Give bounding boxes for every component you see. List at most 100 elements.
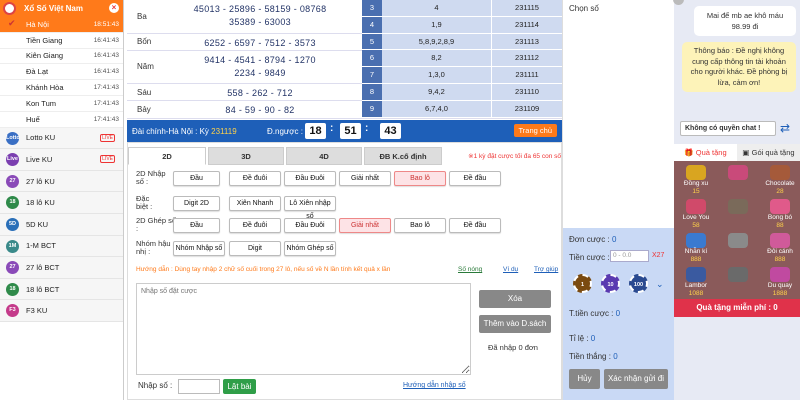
tab-2d[interactable]: 2D bbox=[128, 147, 206, 165]
add-to-list-button[interactable]: Thêm vào D.sách bbox=[479, 315, 551, 333]
hot-numbers-link[interactable]: Số nóng bbox=[458, 266, 482, 273]
bet-option-button[interactable]: Giải nhất bbox=[339, 171, 391, 186]
gift-name: Đôi cánh bbox=[767, 248, 793, 255]
table-row: 3 4 231115 bbox=[362, 0, 562, 17]
game-item[interactable]: Lotto Lotto KU LIVE bbox=[0, 127, 123, 150]
game-item[interactable]: 1M 1-M BCT bbox=[0, 235, 123, 258]
27-icon: 27 bbox=[6, 174, 19, 188]
game-item[interactable]: 5D 5D KU bbox=[0, 213, 123, 236]
number-line: 2234 - 9849 bbox=[234, 67, 286, 78]
bet-option-button[interactable]: Đầu Đuôi bbox=[284, 218, 336, 233]
table-row: 9 6,7,4,0 231109 bbox=[362, 100, 562, 118]
countdown-label: Đ.ngược : bbox=[267, 126, 303, 136]
gift-item[interactable] bbox=[718, 163, 758, 196]
input-guide-link[interactable]: Hướng dẫn nhập số bbox=[403, 382, 466, 389]
bet-option-button[interactable]: Lô Xiên nhập số bbox=[284, 196, 336, 220]
tab-gift-packs[interactable]: ▣ Gói quà tặng bbox=[737, 144, 800, 161]
number-input[interactable] bbox=[178, 379, 220, 394]
tab-gifts[interactable]: 🎁 Quà tặng bbox=[674, 144, 737, 161]
gift-item[interactable] bbox=[718, 231, 758, 264]
province-time: 18:51:43 bbox=[93, 20, 119, 28]
province-item[interactable]: Huế 17:41:43 bbox=[0, 112, 123, 128]
game-item[interactable]: 27 27 lô KU bbox=[0, 170, 123, 193]
bet-option-button[interactable]: Giải nhất bbox=[339, 218, 391, 233]
bet-option-button[interactable]: Đầu bbox=[173, 218, 220, 233]
f3-icon: F3 bbox=[6, 304, 19, 318]
gift-item[interactable]: Đồng xu 15 bbox=[676, 163, 716, 196]
bet-row-label: 2D Nhập số : bbox=[136, 169, 166, 186]
gift-name: Nhẫn kí bbox=[684, 248, 708, 255]
game-item[interactable]: Live Live KU LIVE bbox=[0, 149, 123, 171]
bet-option-button[interactable]: Đề đầu bbox=[449, 218, 501, 233]
province-item[interactable]: Đà Lạt 16:41:43 bbox=[0, 64, 123, 81]
chip-1[interactable]: 1 bbox=[573, 274, 592, 293]
swap-icon[interactable]: ⇄ bbox=[780, 121, 790, 135]
chip-100[interactable]: 100 bbox=[629, 274, 648, 293]
gift-cost: 888 bbox=[774, 256, 786, 263]
example-link[interactable]: Ví dụ bbox=[503, 266, 518, 273]
gift-item[interactable]: Love You 58 bbox=[676, 197, 716, 230]
chip-10[interactable]: 10 bbox=[601, 274, 620, 293]
countdown-seconds: 43 bbox=[380, 123, 401, 139]
stake-input[interactable]: 0 - 0.0 bbox=[610, 250, 649, 262]
help-link[interactable]: Trợ giúp bbox=[534, 266, 558, 273]
gift-item[interactable]: Đôi cánh 888 bbox=[760, 231, 800, 264]
province-item[interactable]: ✔ Hà Nội 18:51:43 bbox=[0, 17, 123, 33]
confirm-button[interactable]: Xác nhận gửi đi bbox=[604, 369, 668, 389]
gift-item[interactable]: Chocolate 28 bbox=[760, 163, 800, 196]
gift-cost: 15 bbox=[692, 188, 700, 195]
bet-option-button[interactable]: Đề đuôi bbox=[229, 171, 281, 186]
gift-name: Love You bbox=[682, 214, 710, 221]
bet-option-button[interactable]: Bao lô bbox=[394, 218, 446, 233]
gift-item[interactable] bbox=[718, 197, 758, 230]
bet-numbers-textarea[interactable] bbox=[136, 283, 471, 375]
game-name: Lotto KU bbox=[26, 133, 56, 143]
bet-option-button[interactable]: Đầu bbox=[173, 171, 220, 186]
bet-option-button[interactable]: Đề đầu bbox=[449, 171, 501, 186]
flip-card-button[interactable]: Lật bài bbox=[223, 379, 256, 394]
sidebar-header[interactable]: Xổ Số Việt Nam × bbox=[0, 0, 123, 17]
province-item[interactable]: Kiên Giang 16:41:43 bbox=[0, 49, 123, 65]
winnings-label: Tiền thắng : 0 bbox=[569, 352, 618, 361]
gift-icon bbox=[770, 233, 790, 248]
number-line: 35389 - 63003 bbox=[229, 17, 291, 27]
lottery-logo-icon bbox=[3, 2, 16, 15]
bet-option-button[interactable]: Xiên Nhanh bbox=[229, 196, 281, 211]
gift-item[interactable]: Bong bó 88 bbox=[760, 197, 800, 230]
gift-item[interactable]: Du quay 1888 bbox=[760, 265, 800, 298]
table-row: 8 9,4,2 231110 bbox=[362, 83, 562, 101]
gift-name: Lambor bbox=[684, 282, 708, 289]
bet-option-button[interactable]: Đầu Đuôi bbox=[284, 171, 336, 186]
province-item[interactable]: Kon Tum 17:41:43 bbox=[0, 96, 123, 112]
bet-option-button[interactable]: Digit bbox=[229, 241, 281, 256]
results-panel: Ba 45013 - 25896 - 58159 - 08768 35389 - 6… bbox=[127, 0, 562, 120]
province-item[interactable]: Khánh Hòa 17:41:43 bbox=[0, 80, 123, 96]
bet-option-button[interactable]: Nhóm Nhập số bbox=[173, 241, 225, 256]
game-item[interactable]: 27 27 lô BCT bbox=[0, 257, 123, 279]
close-icon[interactable]: × bbox=[109, 3, 119, 13]
game-item[interactable]: 18 18 lô BCT bbox=[0, 278, 123, 301]
bet-option-button[interactable]: Bao lô bbox=[394, 171, 446, 186]
prize-numbers: 9414 - 4541 - 8794 - 1270 2234 - 9849 bbox=[165, 54, 355, 80]
bet-option-button[interactable]: Digit 2D bbox=[173, 196, 220, 211]
5d-icon: 5D bbox=[6, 217, 19, 231]
game-item[interactable]: 18 18 lô KU bbox=[0, 192, 123, 214]
province-item[interactable]: Tiền Giang 16:41:43 bbox=[0, 33, 123, 49]
chevron-down-icon[interactable]: ⌄ bbox=[656, 279, 664, 290]
home-button[interactable]: Trang chủ bbox=[513, 124, 557, 137]
row-index: 6 bbox=[362, 50, 382, 67]
game-item[interactable]: F3 F3 KU bbox=[0, 300, 123, 322]
gift-item[interactable]: Lambor 1088 bbox=[676, 265, 716, 298]
bet-option-button[interactable]: Đề đuôi bbox=[229, 218, 281, 233]
gift-cost: 888 bbox=[690, 256, 702, 263]
chonso-label: Chọn số bbox=[569, 4, 599, 13]
tab-4d[interactable]: 4D bbox=[286, 147, 362, 165]
cancel-button[interactable]: Hủy bbox=[569, 369, 600, 389]
clear-button[interactable]: Xóa bbox=[479, 290, 551, 308]
tab-db-kcd[interactable]: ĐB K.cố định bbox=[364, 147, 442, 165]
tab-3d[interactable]: 3D bbox=[208, 147, 284, 165]
1m-icon: 1M bbox=[6, 239, 19, 253]
gift-item[interactable]: Nhẫn kí 888 bbox=[676, 231, 716, 264]
bet-option-button[interactable]: Nhóm Ghép số bbox=[284, 241, 336, 256]
gift-item[interactable] bbox=[718, 265, 758, 298]
